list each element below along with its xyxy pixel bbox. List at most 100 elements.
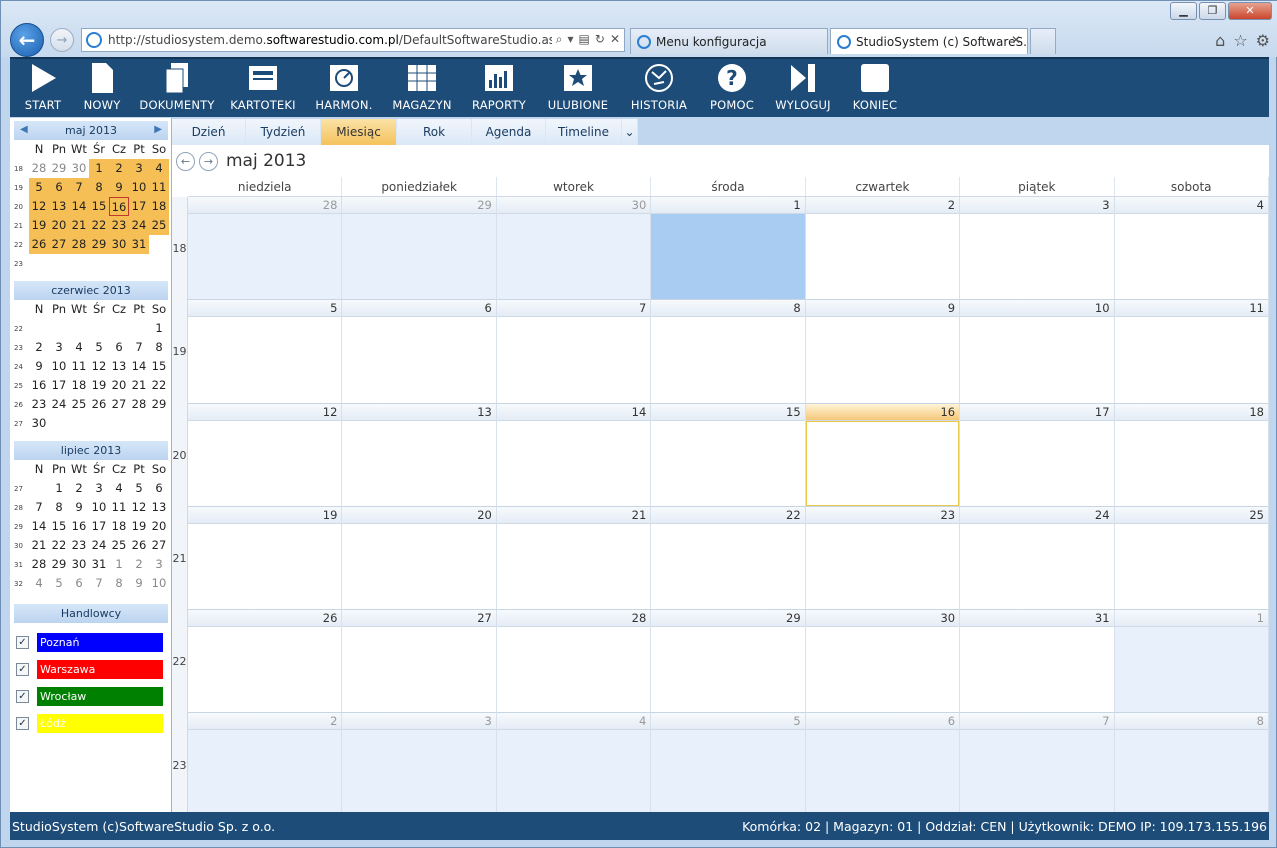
compat-view-icon[interactable]: ▤	[579, 32, 590, 47]
minical-day[interactable]: 15	[89, 197, 109, 216]
minical-day[interactable]: 17	[129, 197, 149, 216]
minical-day[interactable]: 5	[49, 574, 69, 593]
stop-icon[interactable]: ✕	[610, 32, 620, 47]
calendar-day-cell[interactable]: 30	[496, 197, 652, 301]
toolbar-reports-button[interactable]: RAPORTY	[460, 59, 538, 117]
dropdown-icon[interactable]: ▾	[568, 32, 574, 47]
day-body[interactable]	[342, 214, 496, 299]
calendar-day-cell[interactable]: 28	[496, 610, 652, 714]
minical-day[interactable]: 2	[109, 159, 129, 178]
minical-day[interactable]: 29	[149, 395, 169, 414]
minical-day[interactable]: 26	[29, 235, 49, 254]
calendar-day-cell[interactable]: 29	[651, 610, 806, 714]
minical-day[interactable]: 10	[49, 357, 69, 376]
minical-day[interactable]: 3	[89, 479, 109, 498]
toolbar-exit-button[interactable]: KONIEC	[842, 59, 908, 117]
minical-day[interactable]: 5	[89, 338, 109, 357]
day-body[interactable]	[651, 421, 804, 506]
calendar-day-cell[interactable]: 14	[496, 403, 652, 507]
minical-day[interactable]: 12	[29, 197, 49, 216]
minical-day[interactable]: 26	[89, 395, 109, 414]
minical-day[interactable]: 18	[149, 197, 169, 216]
minical-day[interactable]: 7	[29, 498, 49, 517]
day-body[interactable]	[188, 214, 342, 299]
minical-day[interactable]: 2	[29, 338, 49, 357]
minical-day[interactable]: 11	[109, 498, 129, 517]
tab-month[interactable]: Miesiąc	[321, 119, 397, 145]
toolbar-logout-button[interactable]: WYLOGUJ	[764, 59, 842, 117]
refresh-icon[interactable]: ↻	[595, 32, 605, 47]
calendar-day-cell[interactable]: 4	[496, 713, 652, 817]
day-body[interactable]	[651, 627, 804, 712]
back-button[interactable]: ←	[10, 23, 44, 57]
minical-day[interactable]: 2	[69, 479, 89, 498]
day-body[interactable]	[342, 627, 495, 712]
minical-day[interactable]: 13	[149, 498, 169, 517]
day-body[interactable]	[806, 317, 959, 402]
minical-day[interactable]: 21	[69, 216, 89, 235]
minical-day[interactable]: 30	[69, 555, 89, 574]
close-tab-icon[interactable]: ✕	[1011, 33, 1021, 47]
minical-day[interactable]: 29	[49, 555, 69, 574]
minical-day[interactable]: 29	[49, 159, 69, 178]
minical-day[interactable]: 6	[109, 338, 129, 357]
minical-day[interactable]: 14	[129, 357, 149, 376]
checkbox[interactable]: ✓	[16, 690, 29, 703]
day-body[interactable]	[188, 421, 341, 506]
minical-day[interactable]: 20	[109, 376, 129, 395]
day-body[interactable]	[805, 420, 960, 506]
minical-day[interactable]: 14	[69, 197, 89, 216]
toolbar-documents-button[interactable]: DOKUMENTY	[132, 59, 222, 117]
more-views-button[interactable]: ⌄	[622, 119, 638, 145]
restore-button[interactable]: ❐	[1199, 2, 1226, 20]
day-body[interactable]	[651, 317, 804, 402]
toolbar-history-button[interactable]: HISTORIA	[618, 59, 700, 117]
day-body[interactable]	[806, 214, 959, 299]
minical-day[interactable]: 9	[69, 498, 89, 517]
day-body[interactable]	[651, 214, 805, 299]
toolbar-new-button[interactable]: NOWY	[72, 59, 132, 117]
minical-day[interactable]: 24	[49, 395, 69, 414]
calendar-day-cell[interactable]: 22	[651, 506, 806, 611]
tab-year[interactable]: Rok	[397, 119, 472, 145]
minical-day[interactable]: 19	[89, 376, 109, 395]
minical-day[interactable]: 14	[29, 517, 49, 536]
minical-day[interactable]: 23	[29, 395, 49, 414]
minical-day[interactable]: 13	[49, 197, 69, 216]
calendar-day-cell[interactable]: 27	[342, 610, 497, 714]
tab-timeline[interactable]: Timeline	[546, 119, 622, 145]
minical-day[interactable]: 17	[49, 376, 69, 395]
day-body[interactable]	[188, 524, 341, 609]
minical-day[interactable]: 7	[129, 338, 149, 357]
tab-day[interactable]: Dzień	[172, 119, 246, 145]
minical-day[interactable]: 24	[129, 216, 149, 235]
calendar-day-cell[interactable]: 29	[342, 197, 497, 301]
calendar-day-cell[interactable]: 5	[651, 713, 806, 817]
minical-day[interactable]: 9	[109, 178, 129, 197]
calendar-day-cell[interactable]: 30	[805, 610, 961, 714]
prev-month-button[interactable]: ←	[176, 151, 195, 171]
calendar-day-cell[interactable]: 23	[805, 506, 961, 611]
calendar-day-cell[interactable]: 21	[496, 506, 652, 611]
calendar-day-cell[interactable]: 8	[651, 300, 806, 404]
minical-day[interactable]: 1	[89, 159, 109, 178]
minical-day[interactable]: 25	[109, 536, 129, 555]
tab-agenda[interactable]: Agenda	[472, 119, 546, 145]
calendar-day-cell[interactable]: 25	[1114, 506, 1269, 611]
minical-day[interactable]: 4	[29, 574, 49, 593]
minical-day[interactable]: 5	[29, 178, 49, 197]
calendar-day-cell[interactable]: 20	[342, 506, 497, 611]
minical-day[interactable]: 26	[129, 536, 149, 555]
minical-day[interactable]: 8	[149, 338, 169, 357]
next-month-arrow-icon[interactable]: ▶	[154, 124, 162, 135]
minical-day[interactable]: 28	[29, 555, 49, 574]
minical-day[interactable]: 8	[89, 178, 109, 197]
day-body[interactable]	[188, 730, 342, 816]
minical-day[interactable]: 28	[29, 159, 49, 178]
day-body[interactable]	[1114, 730, 1268, 816]
calendar-day-cell[interactable]: 6	[805, 713, 961, 817]
new-tab-button[interactable]	[1030, 28, 1056, 54]
day-body[interactable]	[1115, 214, 1268, 299]
calendar-day-cell[interactable]: 7	[960, 713, 1115, 817]
day-body[interactable]	[806, 627, 959, 712]
